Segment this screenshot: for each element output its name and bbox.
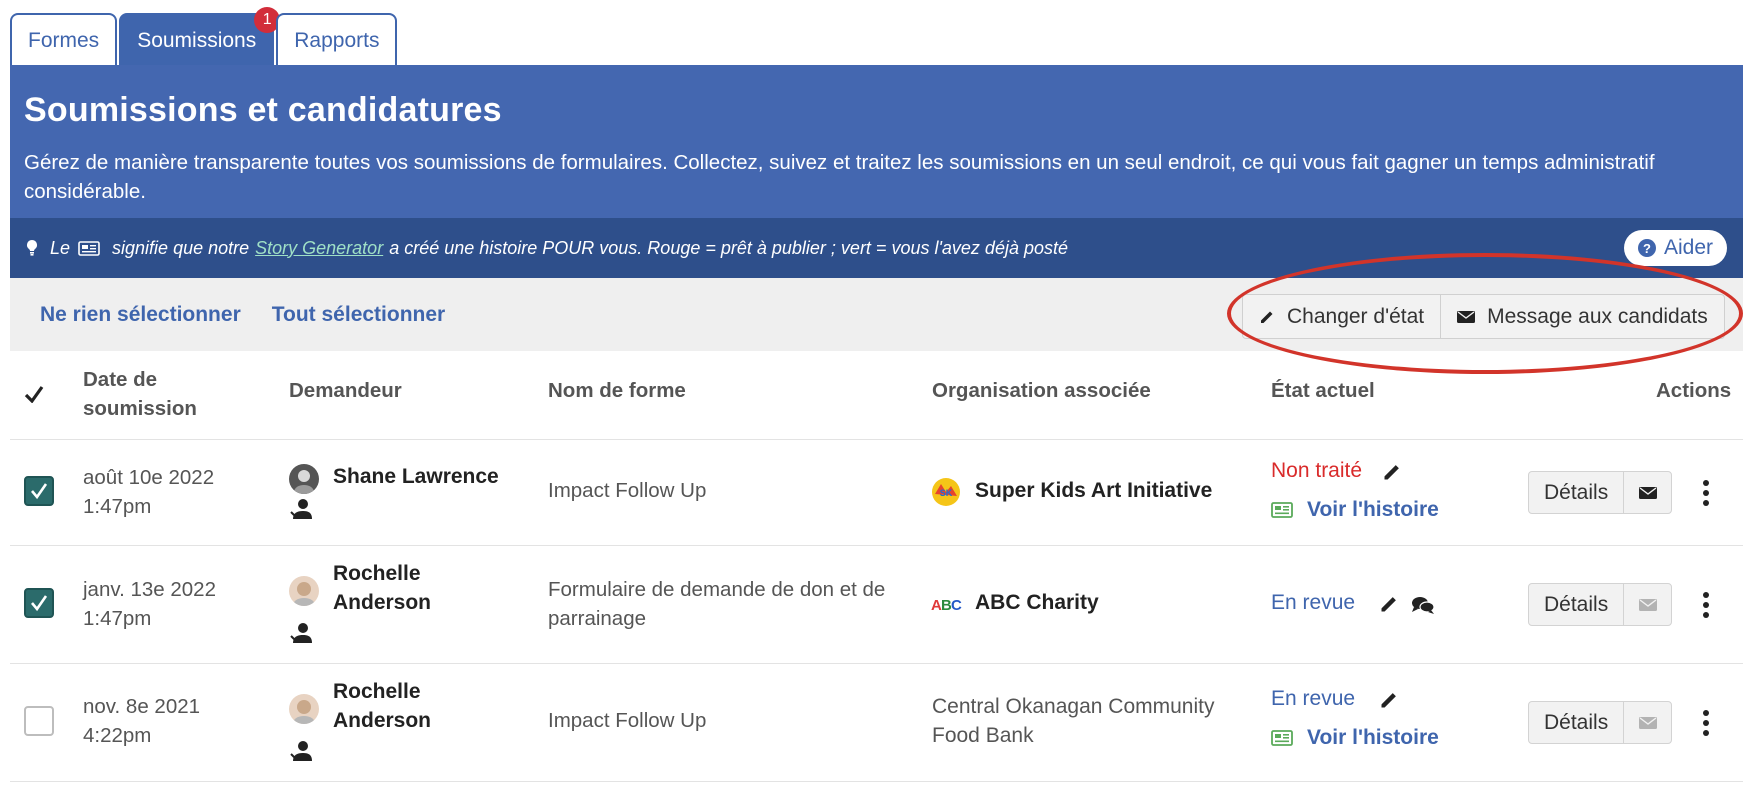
svg-text:SK: SK (940, 488, 953, 498)
pencil-icon[interactable] (1379, 690, 1399, 710)
email-button[interactable] (1623, 472, 1671, 513)
row-checkbox[interactable] (24, 588, 54, 618)
header-org[interactable]: Organisation associée (932, 379, 1151, 403)
checkmark-icon (31, 595, 48, 612)
form-name: Formulaire de demande de don et de parra… (548, 578, 886, 630)
user-icon[interactable] (290, 498, 314, 520)
details-button[interactable]: Détails (1529, 584, 1623, 625)
avatar (289, 576, 319, 606)
form-name: Impact Follow Up (548, 709, 707, 732)
checkmark-icon (31, 483, 48, 500)
applicant-name[interactable]: Rochelle Anderson (333, 559, 453, 617)
newspaper-icon (1271, 730, 1293, 746)
submission-date: janv. 13e 2022 (83, 578, 216, 601)
table-row: nov. 8e 2021 4:22pm Rochelle Anderson Im… (10, 664, 1743, 782)
help-button[interactable]: ? Aider (1623, 230, 1727, 266)
comments-icon[interactable] (1411, 595, 1435, 615)
pencil-icon[interactable] (1379, 594, 1399, 614)
status-label: Non traité (1271, 459, 1363, 482)
envelope-icon (1638, 486, 1657, 499)
tab-rapports[interactable]: Rapports (276, 13, 398, 66)
submission-date: nov. 8e 2021 (83, 695, 201, 718)
envelope-icon (1638, 598, 1657, 611)
pencil-icon[interactable] (1382, 462, 1402, 482)
header-applicant[interactable]: Demandeur (289, 379, 402, 403)
table-row: août 10e 2022 1:47pm Shane Lawrence Impa… (10, 440, 1743, 546)
submission-time: 4:22pm (83, 724, 152, 747)
row-checkbox[interactable] (24, 476, 54, 506)
header-date[interactable]: Date de soumission (83, 365, 213, 423)
row-actions: Détails (1528, 701, 1673, 744)
avatar (289, 464, 319, 494)
table-header: Date de soumission Demandeur Nom de form… (10, 351, 1743, 440)
question-icon: ? (1637, 239, 1656, 257)
org-name[interactable]: Central Okanagan Community Food Bank (932, 692, 1232, 750)
status-label: En revue (1271, 687, 1356, 710)
check-all-icon[interactable] (24, 385, 44, 403)
view-story-link[interactable]: Voir l'histoire (1271, 726, 1439, 750)
more-options-icon[interactable] (1702, 710, 1710, 736)
envelope-icon (1638, 716, 1657, 729)
select-none-link[interactable]: Ne rien sélectionner (40, 303, 241, 327)
story-generator-link[interactable]: Story Generator (255, 238, 383, 259)
table-row: janv. 13e 2022 1:47pm Rochelle Anderson … (10, 546, 1743, 664)
applicant-name[interactable]: Rochelle Anderson (333, 677, 453, 735)
details-button[interactable]: Détails (1529, 702, 1623, 743)
details-button[interactable]: Détails (1529, 472, 1623, 513)
header-state[interactable]: État actuel (1271, 379, 1375, 403)
email-button[interactable] (1623, 702, 1671, 743)
header-actions: Actions (1656, 379, 1732, 402)
applicant-name[interactable]: Shane Lawrence (333, 462, 499, 491)
submission-time: 1:47pm (83, 607, 152, 630)
newspaper-icon (1271, 502, 1293, 518)
row-checkbox[interactable] (24, 706, 54, 736)
select-all-link[interactable]: Tout sélectionner (272, 303, 445, 327)
page-header: Soumissions et candidatures Gérez de man… (10, 65, 1743, 218)
lightbulb-icon (27, 240, 37, 256)
newspaper-icon (78, 240, 100, 256)
page-title: Soumissions et candidatures (24, 91, 502, 129)
more-options-icon[interactable] (1702, 480, 1710, 506)
tab-formes[interactable]: Formes (10, 13, 118, 66)
status-label: En revue (1271, 591, 1356, 614)
page-description: Gérez de manière transparente toutes vos… (24, 151, 1655, 203)
submission-time: 1:47pm (83, 495, 152, 518)
row-actions: Détails (1528, 583, 1673, 626)
view-story-link[interactable]: Voir l'histoire (1271, 498, 1439, 522)
more-options-icon[interactable] (1702, 592, 1710, 618)
org-logo: SK (932, 478, 960, 506)
org-logo: ABC (931, 597, 962, 614)
org-name[interactable]: Super Kids Art Initiative (975, 476, 1212, 505)
form-name: Impact Follow Up (548, 479, 707, 502)
tab-soumissions[interactable]: Soumissions 1 (119, 7, 281, 66)
submission-date: août 10e 2022 (83, 466, 215, 489)
row-actions: Détails (1528, 471, 1673, 514)
email-button[interactable] (1623, 584, 1671, 625)
svg-text:C: C (951, 597, 962, 614)
org-name[interactable]: ABC Charity (975, 588, 1099, 617)
user-icon[interactable] (290, 740, 314, 762)
user-icon[interactable] (290, 622, 314, 644)
header-form[interactable]: Nom de forme (548, 379, 686, 403)
tab-bar: Formes Soumissions 1 Rapports (10, 7, 398, 66)
avatar (289, 694, 319, 724)
